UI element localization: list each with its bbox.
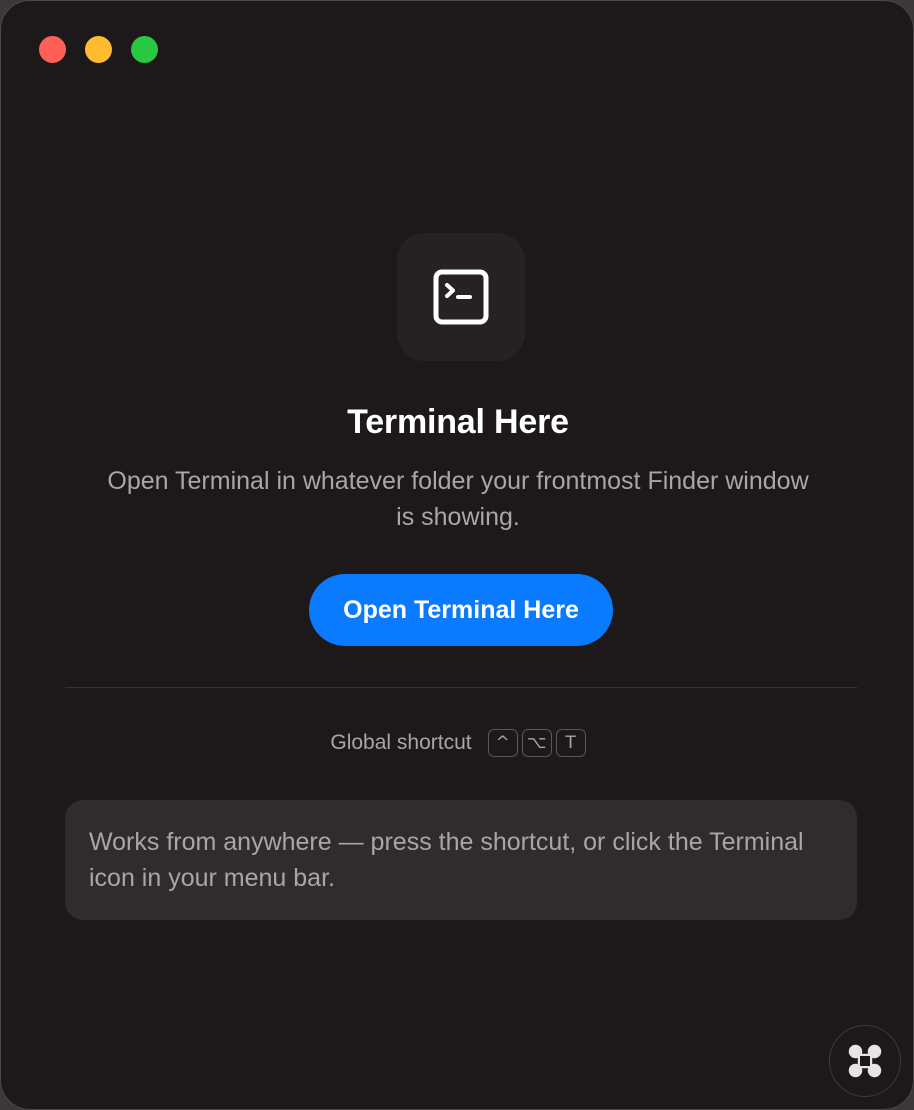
info-box: Works from anywhere — press the shortcut… <box>65 800 857 920</box>
shortcut-label: Global shortcut <box>330 731 472 754</box>
terminal-icon <box>433 269 489 325</box>
command-button[interactable] <box>829 1025 901 1097</box>
minimize-button[interactable] <box>85 36 112 63</box>
app-icon-tile <box>397 233 525 361</box>
page-title: Terminal Here <box>347 403 569 441</box>
app-description: Open Terminal in whatever folder your fr… <box>107 467 809 531</box>
divider <box>65 687 857 688</box>
shortcut-row: Global shortcut ^ ⌥ T <box>1 729 913 757</box>
app-window: Terminal Here Open Terminal in whatever … <box>0 0 914 1110</box>
t-key: T <box>555 729 586 757</box>
control-key: ^ <box>487 729 518 757</box>
open-terminal-button[interactable]: Open Terminal Here <box>309 574 613 646</box>
command-icon <box>848 1044 882 1078</box>
info-text: Works from anywhere — press the shortcut… <box>89 828 804 892</box>
close-button[interactable] <box>39 36 66 63</box>
window-controls <box>39 36 158 63</box>
option-key: ⌥ <box>521 729 552 757</box>
shortcut-keys: ^ ⌥ T <box>487 729 586 757</box>
zoom-button[interactable] <box>131 36 158 63</box>
